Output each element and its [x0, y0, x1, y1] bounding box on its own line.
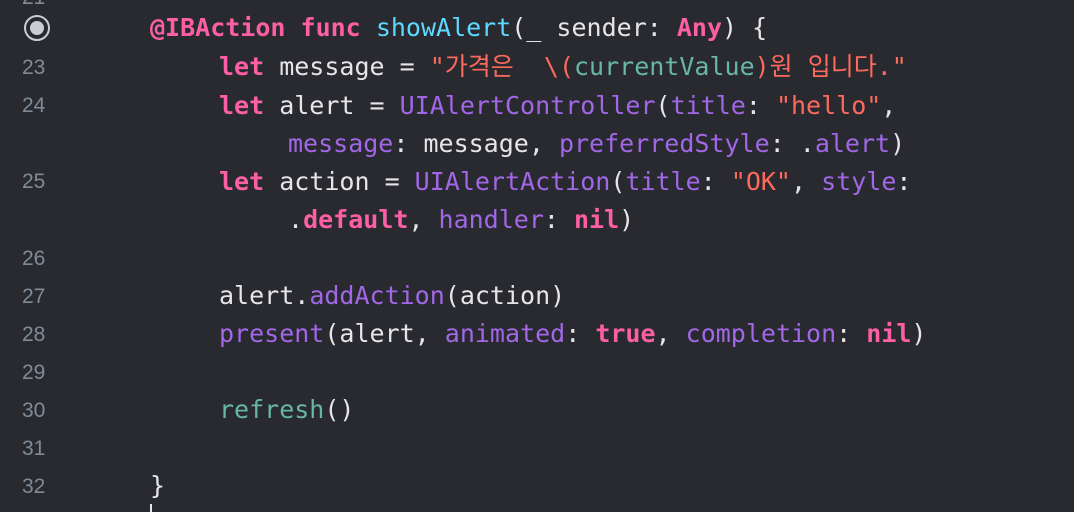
code-token: :	[896, 167, 912, 196]
code-token: let	[219, 167, 265, 196]
code-token: :	[836, 319, 867, 348]
code-token: completion	[685, 319, 837, 348]
code-token: ,	[881, 91, 897, 120]
code-token: "가격은 \(	[429, 52, 574, 81]
code-token: :	[543, 205, 574, 234]
code-token: true	[595, 319, 656, 348]
code-token: nil	[866, 319, 912, 348]
code-line-28[interactable]: present(alert, animated: true, completio…	[219, 315, 926, 353]
code-token: ,	[655, 319, 686, 348]
code-token: message =	[264, 52, 430, 81]
code-token: addAction	[309, 281, 445, 310]
code-line-25-wrap[interactable]: .default, handler: nil)	[288, 201, 634, 239]
code-token: (_ sender:	[511, 13, 677, 42]
code-token: :	[700, 167, 731, 196]
code-token: style	[821, 167, 897, 196]
code-token: "OK"	[730, 167, 791, 196]
code-token: (alert,	[324, 319, 445, 348]
code-token: @IBAction	[150, 13, 286, 42]
code-token: ,	[791, 167, 822, 196]
code-token: alert.	[219, 281, 310, 310]
code-token: func	[300, 13, 361, 42]
code-token: }	[150, 471, 166, 500]
code-token: (action)	[444, 281, 566, 310]
code-token: currentValue	[574, 52, 755, 81]
code-line-23[interactable]: let message = "가격은 \(currentValue)원 입니다.…	[219, 48, 907, 86]
code-token: title	[670, 91, 746, 120]
code-token: )	[890, 129, 906, 158]
code-token: )원 입니다."	[754, 52, 907, 81]
code-token: : .	[769, 129, 815, 158]
code-token: Any	[676, 13, 723, 42]
code-token: ()	[324, 395, 355, 424]
code-token: let	[219, 91, 265, 120]
code-token: message	[288, 129, 394, 158]
code-token: ) {	[722, 13, 768, 42]
code-token: animated	[444, 319, 566, 348]
code-token: nil	[574, 205, 620, 234]
code-line-32[interactable]: }	[150, 467, 165, 505]
code-token: (	[610, 167, 626, 196]
code-token: present	[219, 319, 325, 348]
code-token: alert	[814, 129, 891, 158]
code-token: title	[625, 167, 701, 196]
code-editor[interactable]: @IBAction func showAlert(_ sender: Any) …	[0, 0, 1074, 512]
code-token: handler	[438, 205, 544, 234]
code-token: :	[565, 319, 596, 348]
code-line-30[interactable]: refresh()	[219, 391, 354, 429]
code-token: )	[911, 319, 927, 348]
code-token: UIAlertAction	[414, 167, 611, 196]
code-token: UIAlertController	[399, 91, 656, 120]
code-token: : message,	[393, 129, 559, 158]
code-line-25[interactable]: let action = UIAlertAction(title: "OK", …	[219, 163, 911, 201]
code-token: showAlert	[375, 13, 512, 42]
code-token: "hello"	[775, 91, 882, 120]
code-token: .	[288, 205, 304, 234]
code-token: )	[619, 205, 635, 234]
code-token: preferredStyle	[558, 129, 770, 158]
text-cursor	[150, 504, 152, 512]
code-token: alert =	[264, 91, 400, 120]
code-line-27[interactable]: alert.addAction(action)	[219, 277, 565, 315]
code-token: refresh	[219, 395, 325, 424]
code-line-24[interactable]: let alert = UIAlertController(title: "he…	[219, 87, 896, 125]
code-line-22[interactable]: @IBAction func showAlert(_ sender: Any) …	[150, 9, 767, 47]
code-token: ,	[408, 205, 439, 234]
code-token: action =	[264, 167, 415, 196]
code-line-24-wrap[interactable]: message: message, preferredStyle: .alert…	[288, 125, 905, 163]
code-token: default	[303, 205, 409, 234]
code-token: (	[655, 91, 671, 120]
code-token: let	[219, 52, 265, 81]
code-token: :	[745, 91, 776, 120]
